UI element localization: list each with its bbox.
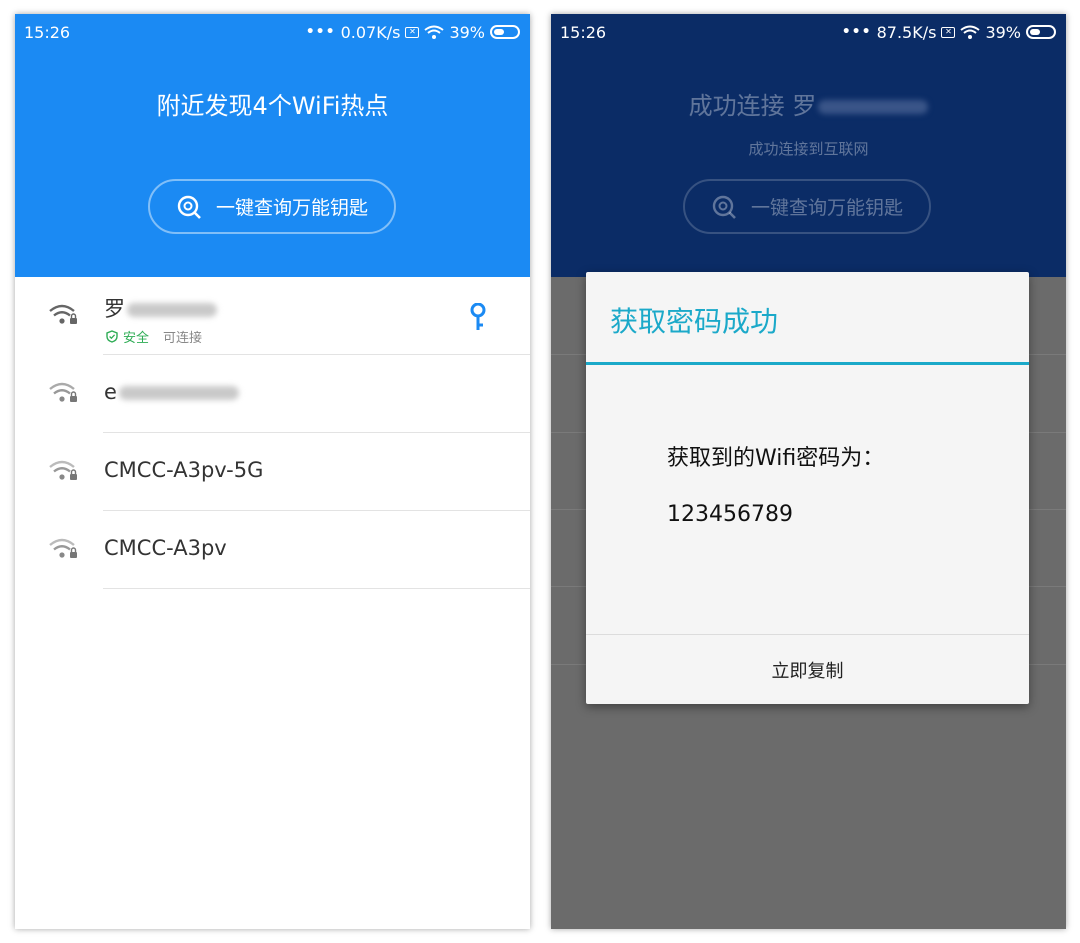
password-result-screen: 15:26 ••• 87.5K/s ✕ 39% 成功连接 罗 成功连接到互联网 [551, 14, 1066, 929]
status-time: 15:26 [560, 22, 607, 42]
wifi-ssid: CMCC-A3pv-5G [104, 458, 264, 482]
wifi-lock-icon [49, 460, 77, 480]
password-dialog: 获取密码成功 获取到的Wifi密码为： 123456789 立即复制 [586, 272, 1029, 704]
wifi-list: 罗 安全 可连接 e CMCC-A3pv-5G CMCC-A3pv [15, 277, 530, 589]
battery-percent: 39% [449, 22, 485, 42]
query-key-button[interactable]: 一键查询万能钥匙 [683, 179, 931, 234]
dialog-title: 获取密码成功 [610, 305, 779, 338]
header: 15:26 ••• 87.5K/s ✕ 39% 成功连接 罗 成功连接到互联网 [551, 14, 1066, 277]
query-key-label: 一键查询万能钥匙 [215, 197, 368, 219]
wifi-item[interactable]: e [15, 355, 530, 433]
wifi-lock-icon [49, 304, 77, 324]
sim-off-icon: ✕ [941, 26, 956, 38]
sim-off-icon: ✕ [405, 26, 420, 38]
connected-subtitle: 成功连接到互联网 [748, 140, 869, 158]
wifi-item[interactable]: CMCC-A3pv-5G [15, 433, 530, 511]
battery-icon [490, 25, 520, 39]
password-label: 获取到的Wifi密码为： [667, 446, 885, 471]
battery-icon [1026, 25, 1056, 39]
wifi-tags: 安全 可连接 [106, 327, 202, 346]
connected-title: 成功连接 罗 [551, 86, 1066, 121]
wifi-item[interactable]: 罗 安全 可连接 [15, 277, 530, 355]
query-key-label: 一键查询万能钥匙 [750, 197, 903, 219]
wifi-item[interactable]: CMCC-A3pv [15, 511, 530, 589]
key-icon[interactable] [469, 303, 487, 331]
wifi-ssid: 罗 [104, 293, 217, 323]
battery-percent: 39% [985, 22, 1021, 42]
status-bar: 15:26 ••• 0.07K/s ✕ 39% [15, 14, 530, 50]
copy-now-button[interactable]: 立即复制 [586, 635, 1029, 704]
more-dots-icon: ••• [305, 24, 336, 40]
wifi-status-icon [960, 25, 981, 39]
password-value: 123456789 [667, 502, 793, 527]
status-time: 15:26 [24, 22, 71, 42]
wifi-list-screen: 15:26 ••• 0.07K/s ✕ 39% 附近发现4个WiFi热点 一键查… [15, 14, 530, 929]
dialog-divider [586, 362, 1029, 365]
header: 15:26 ••• 0.07K/s ✕ 39% 附近发现4个WiFi热点 一键查… [15, 14, 530, 277]
status-bar: 15:26 ••• 87.5K/s ✕ 39% [551, 14, 1066, 50]
wifi-status-icon [424, 25, 445, 39]
safe-badge: 安全 [106, 327, 149, 346]
query-key-button[interactable]: 一键查询万能钥匙 [148, 179, 396, 234]
more-dots-icon: ••• [841, 24, 872, 40]
shield-icon [106, 330, 118, 343]
wifi-lock-icon [49, 538, 77, 558]
search-key-icon [177, 195, 201, 219]
network-speed: 87.5K/s [876, 22, 937, 42]
wifi-ssid: CMCC-A3pv [104, 536, 227, 560]
page-title: 附近发现4个WiFi热点 [156, 92, 389, 120]
connectable-label: 可连接 [163, 331, 203, 346]
search-key-icon [712, 195, 736, 219]
network-speed: 0.07K/s [340, 22, 401, 42]
wifi-lock-icon [49, 382, 77, 402]
wifi-ssid: e [104, 380, 239, 404]
